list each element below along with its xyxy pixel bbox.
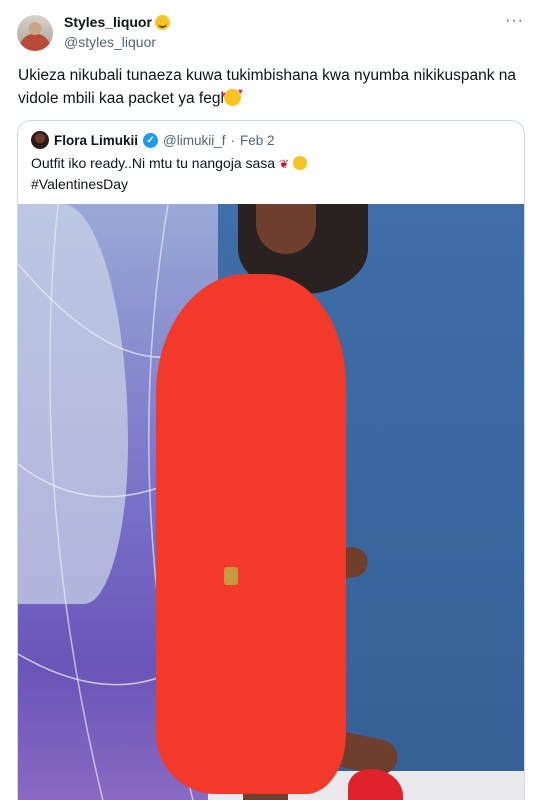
wristwatch [224,567,238,585]
verified-badge-icon: ✓ [143,132,159,148]
quoted-avatar[interactable] [31,131,49,149]
quoted-display-name[interactable]: Flora Limukii [54,133,138,148]
hashtag-valentinesday[interactable]: #ValentinesDay [31,174,307,194]
quoted-handle[interactable]: @limukii_f [163,133,225,148]
author-display-name[interactable]: Styles_liquor [64,14,152,30]
tweet-text: Ukieza nikubali tunaeza kuwa tukimbishan… [18,64,528,110]
quoted-tweet-header: Flora Limukii ✓ @limukii_f · Feb 2 [31,131,275,149]
quoted-text-body: Outfit iko ready..Ni mtu tu nangoja sasa [31,155,276,171]
tweet: Styles_liquor @styles_liquor ··· Ukieza … [0,0,544,800]
author-name-row: Styles_liquor [64,14,170,30]
quoted-separator: · [230,132,235,148]
smiling-face-with-hearts-icon [221,88,243,106]
author-handle[interactable]: @styles_liquor [64,34,156,50]
quoted-tweet-card[interactable]: Flora Limukii ✓ @limukii_f · Feb 2 Outfi… [17,120,525,800]
tweet-text-body: Ukieza nikubali tunaeza kuwa tukimbishan… [18,67,516,107]
more-options-icon[interactable]: ··· [505,12,524,30]
red-dress [156,274,346,794]
quoted-tweet-text: Outfit iko ready..Ni mtu tu nangoja sasa… [31,153,307,194]
quoted-date[interactable]: Feb 2 [240,133,275,148]
slightly-smiling-face-icon [154,14,170,30]
quoted-text-line-1: Outfit iko ready..Ni mtu tu nangoja sasa… [31,153,307,174]
winking-face-icon [292,156,307,170]
rose-icon: ❦ [278,157,290,171]
quoted-tweet-photo[interactable] [18,204,524,800]
avatar[interactable] [17,15,53,51]
